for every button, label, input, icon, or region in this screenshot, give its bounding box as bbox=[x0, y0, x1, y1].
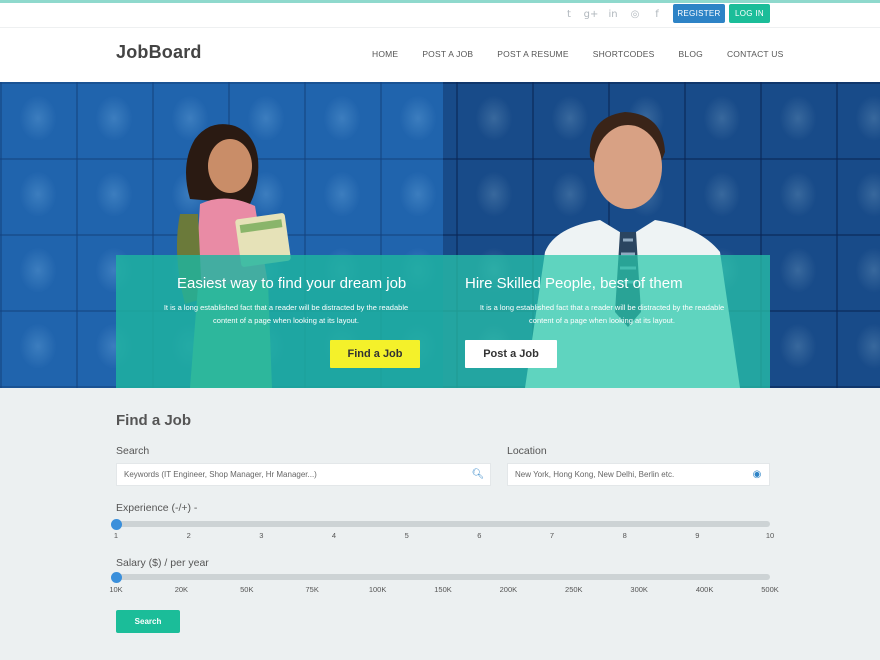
experience-tick: 5 bbox=[404, 531, 409, 540]
salary-tick: 400K bbox=[695, 585, 714, 594]
salary-label: Salary ($) / per year bbox=[116, 557, 209, 569]
experience-tick: 10 bbox=[765, 531, 775, 540]
site-logo[interactable]: JobBoard bbox=[116, 42, 202, 63]
salary-slider[interactable] bbox=[111, 571, 770, 583]
experience-ticks: 1 2 3 4 5 6 7 8 9 10 bbox=[113, 531, 774, 543]
salary-tick: 500K bbox=[761, 585, 779, 594]
search-placeholder: Keywords (IT Engineer, Shop Manager, Hr … bbox=[124, 470, 317, 479]
nav-item-home[interactable]: HOME bbox=[372, 49, 398, 59]
employer-title: Hire Skilled People, best of them bbox=[465, 275, 683, 292]
nav-item-blog[interactable]: BLOG bbox=[679, 49, 703, 59]
nav-item-post-a-job[interactable]: POST A JOB bbox=[422, 49, 473, 59]
experience-tick: 3 bbox=[259, 531, 264, 540]
experience-tick: 8 bbox=[622, 531, 627, 540]
find-a-job-heading: Find a Job bbox=[116, 412, 191, 429]
salary-ticks: 10K 20K 50K 75K 100K 150K 200K 250K 300K 400K 500K bbox=[109, 585, 778, 597]
job-seeker-text-line-2: content of a page when looking at its la… bbox=[213, 316, 359, 325]
location-placeholder: New York, Hong Kong, New Delhi, Berlin e… bbox=[515, 470, 675, 479]
login-button[interactable]: LOG IN bbox=[729, 4, 770, 23]
top-bar: t g+ in ◎ f REGISTER LOG IN bbox=[0, 3, 880, 27]
main-nav: HOME POST A JOB POST A RESUME SHORTCODES… bbox=[372, 49, 807, 59]
nav-item-contact-us[interactable]: CONTACT US bbox=[727, 49, 783, 59]
employer-description: It is a long established fact that a rea… bbox=[461, 301, 743, 327]
salary-tick: 75K bbox=[305, 585, 319, 594]
salary-tick: 50K bbox=[240, 585, 254, 594]
map-pin-icon: ◉ bbox=[752, 469, 762, 480]
dribbble-icon[interactable]: ◎ bbox=[624, 9, 646, 21]
salary-tick: 20K bbox=[174, 585, 189, 594]
salary-slider-handle[interactable] bbox=[111, 571, 122, 583]
search-label: Search bbox=[116, 445, 150, 457]
social-links: t g+ in ◎ f bbox=[558, 9, 668, 21]
experience-tick: 9 bbox=[695, 531, 700, 540]
experience-tick: 6 bbox=[477, 531, 482, 540]
location-label: Location bbox=[507, 445, 547, 457]
site-header: JobBoard HOME POST A JOB POST A RESUME S… bbox=[0, 27, 880, 82]
google-plus-icon[interactable]: g+ bbox=[580, 9, 602, 21]
job-seeker-description: It is a long established fact that a rea… bbox=[146, 301, 426, 327]
find-a-job-button[interactable]: Find a Job bbox=[330, 340, 420, 368]
salary-tick: 100K bbox=[368, 585, 387, 594]
employer-text-line-1: It is a long established fact that a rea… bbox=[479, 303, 725, 312]
nav-item-post-a-resume[interactable]: POST A RESUME bbox=[497, 49, 568, 59]
hero-banner: Easiest way to find your dream job It is… bbox=[0, 82, 880, 388]
experience-tick: 4 bbox=[331, 531, 337, 540]
salary-tick: 250K bbox=[565, 585, 583, 594]
register-button[interactable]: REGISTER bbox=[673, 4, 725, 23]
job-seeker-text-line-1: It is a long established fact that a rea… bbox=[163, 303, 409, 312]
search-icon[interactable]: 🔍︎ bbox=[471, 468, 485, 482]
employer-panel: Hire Skilled People, best of them It is … bbox=[443, 255, 770, 388]
search-button[interactable]: Search bbox=[116, 610, 180, 633]
nav-item-shortcodes[interactable]: SHORTCODES bbox=[593, 49, 655, 59]
experience-label: Experience (-/+) - bbox=[116, 502, 198, 514]
search-input[interactable]: Keywords (IT Engineer, Shop Manager, Hr … bbox=[116, 463, 491, 486]
experience-tick: 7 bbox=[549, 531, 555, 540]
salary-tick: 200K bbox=[499, 585, 518, 594]
job-seeker-title: Easiest way to find your dream job bbox=[177, 275, 407, 292]
experience-tick: 1 bbox=[113, 531, 119, 540]
job-seeker-panel: Easiest way to find your dream job It is… bbox=[116, 255, 443, 388]
salary-tick: 10K bbox=[109, 585, 123, 594]
experience-tick: 2 bbox=[186, 531, 191, 540]
experience-slider-handle[interactable] bbox=[111, 518, 122, 530]
salary-tick: 150K bbox=[434, 585, 452, 594]
post-a-job-button[interactable]: Post a Job bbox=[465, 340, 557, 368]
facebook-icon[interactable]: f bbox=[646, 9, 668, 21]
employer-text-line-2: content of a page when looking at its la… bbox=[529, 316, 675, 325]
experience-slider[interactable] bbox=[111, 518, 770, 530]
location-input[interactable]: New York, Hong Kong, New Delhi, Berlin e… bbox=[507, 463, 770, 486]
salary-tick: 300K bbox=[630, 585, 648, 594]
linkedin-icon[interactable]: in bbox=[602, 9, 624, 21]
twitter-icon[interactable]: t bbox=[558, 9, 580, 21]
